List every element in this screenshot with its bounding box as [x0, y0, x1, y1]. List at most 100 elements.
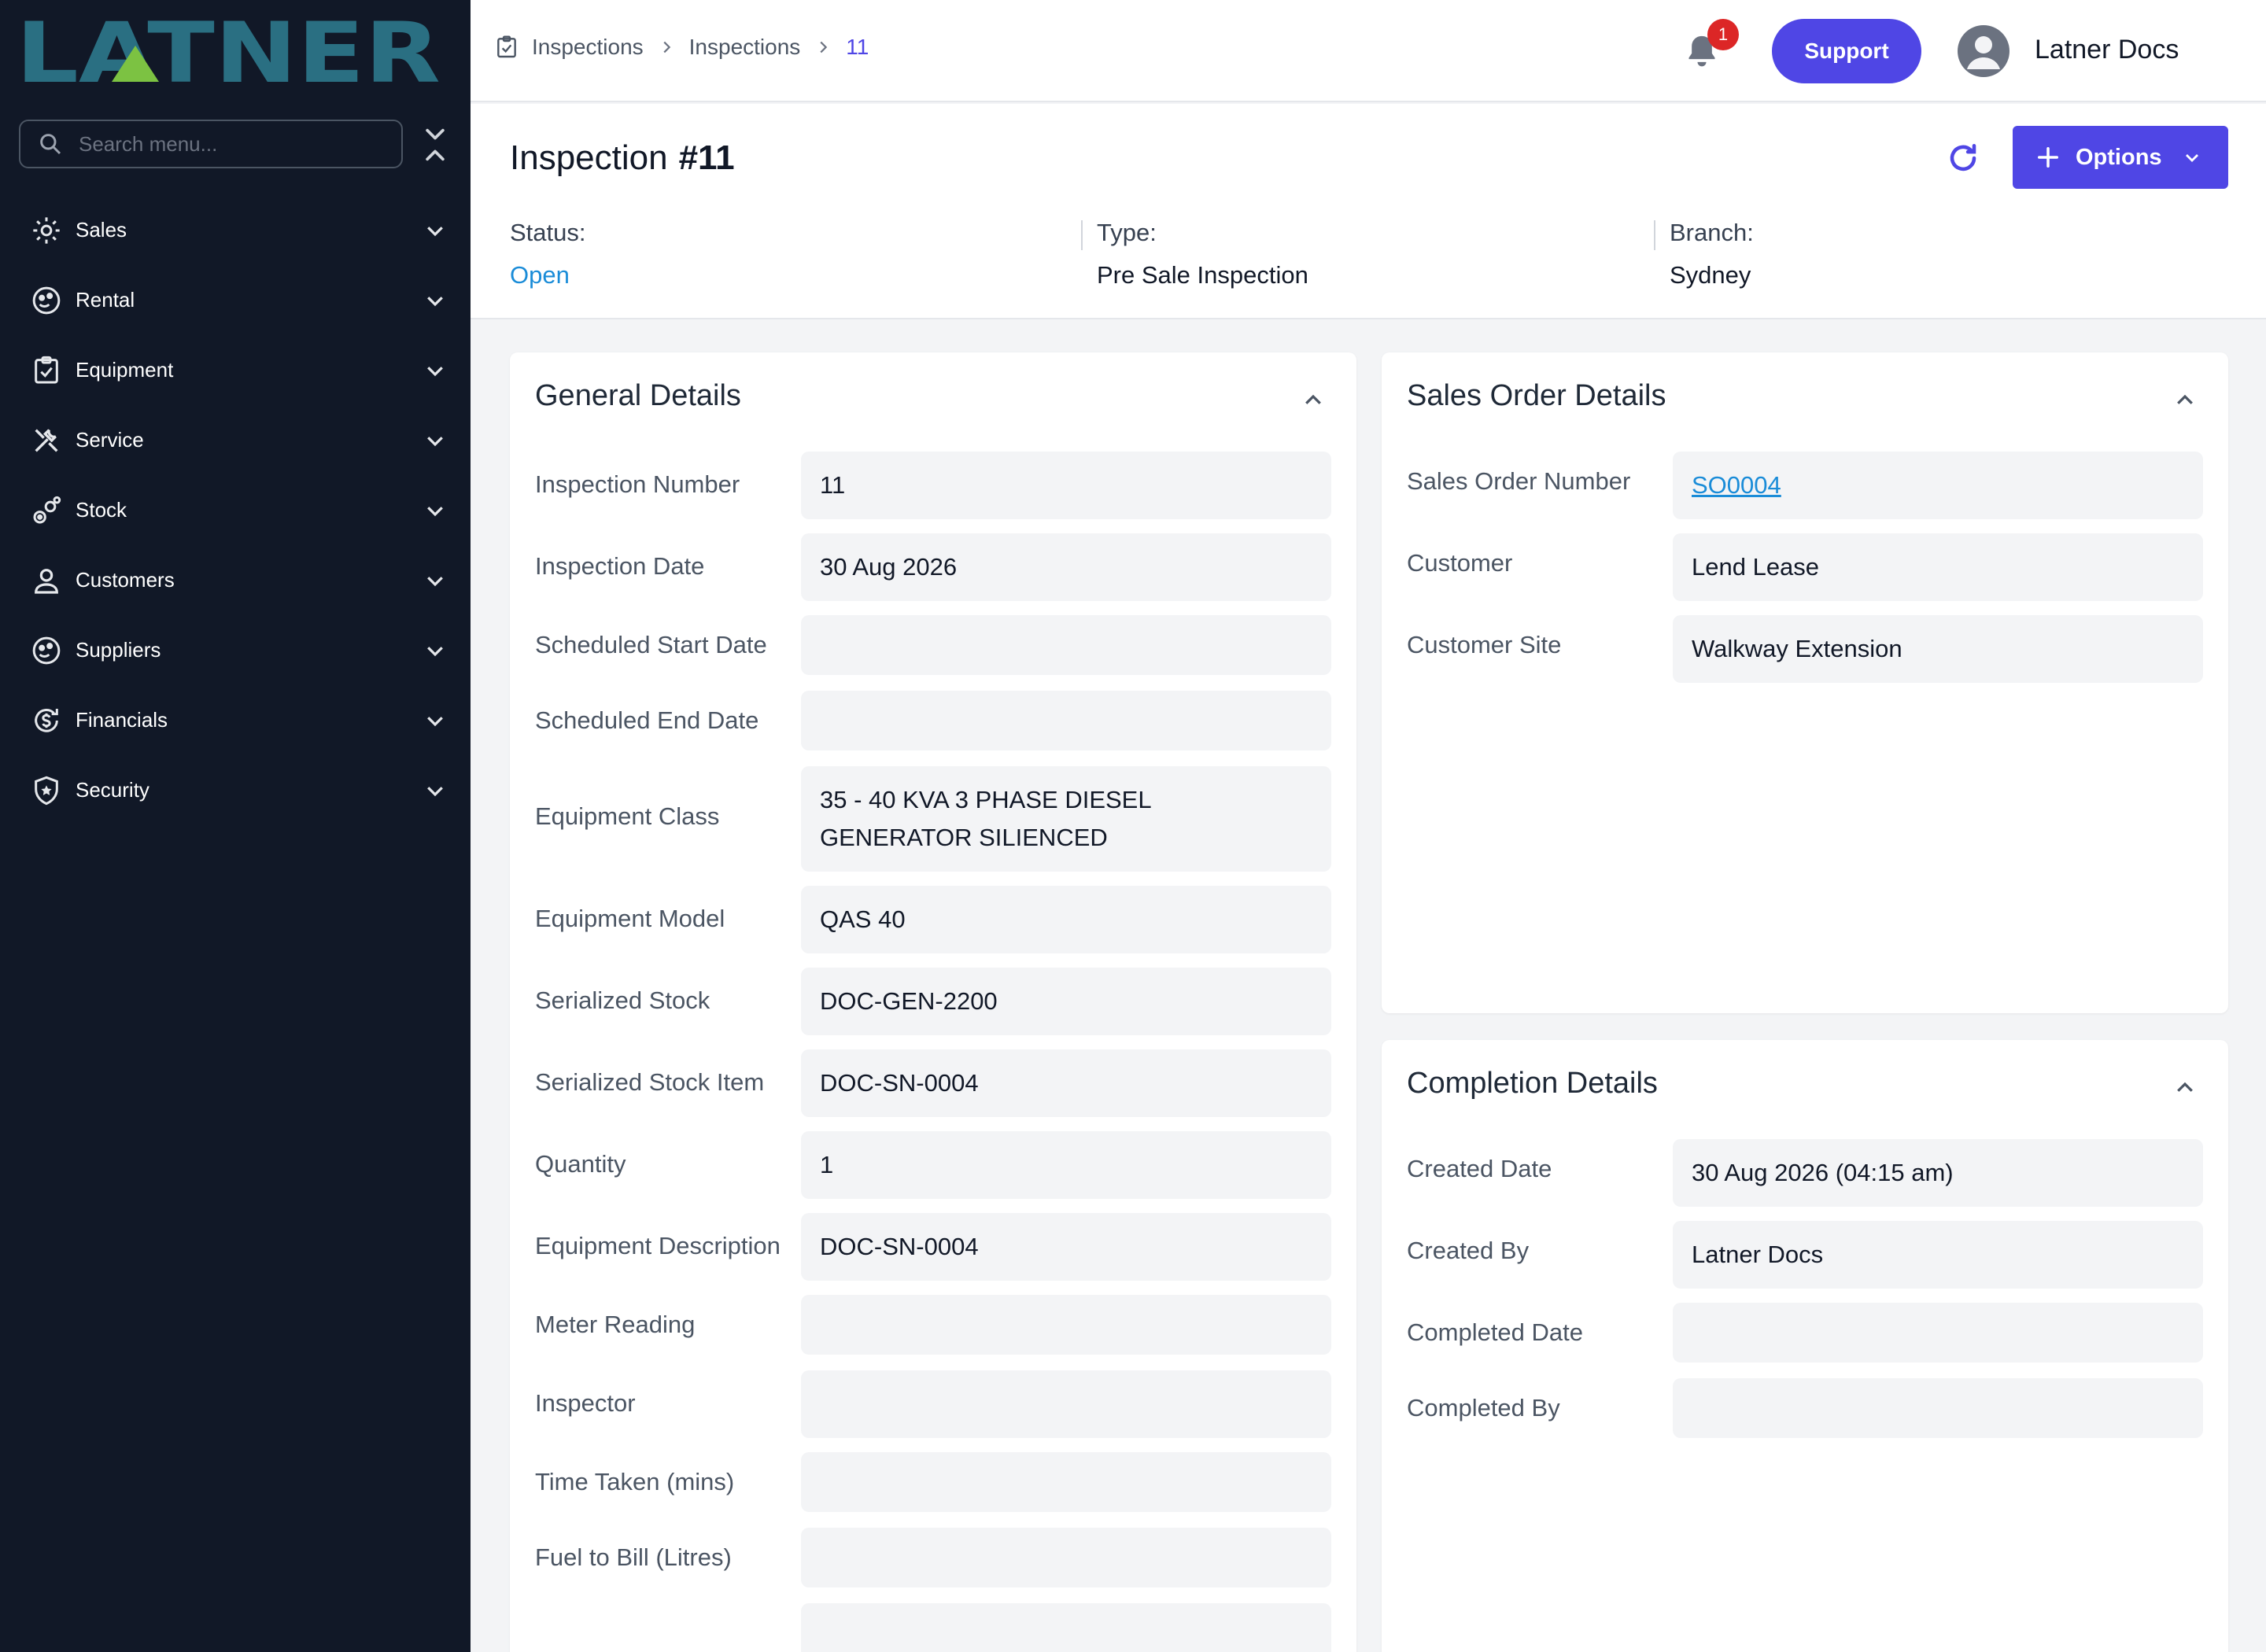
divider	[1654, 220, 1655, 250]
sidebar-item-label: Sales	[76, 218, 127, 242]
field-label: Meter Reading	[535, 1311, 696, 1338]
card-title: Sales Order Details	[1407, 379, 1666, 412]
suppliers-icon	[30, 634, 63, 667]
breadcrumb-inspections-root[interactable]: Inspections	[532, 35, 644, 60]
status-label: Status:	[510, 219, 586, 246]
field-label: Created Date	[1407, 1155, 1552, 1182]
avatar[interactable]	[1958, 25, 2010, 77]
serialized-stock-field: DOC-GEN-2200	[801, 968, 1331, 1035]
chevron-up-icon[interactable]	[1301, 389, 1325, 412]
completed-date-field	[1673, 1303, 2203, 1363]
field-label: Completed By	[1407, 1394, 1560, 1422]
chevron-down-icon	[427, 717, 443, 727]
menu-search[interactable]	[19, 120, 403, 168]
sidebar-item-suppliers[interactable]: Suppliers	[0, 615, 471, 685]
chevron-down-icon	[427, 227, 443, 237]
field-label: Equipment Model	[535, 905, 725, 932]
field-label: Equipment Class	[535, 802, 720, 830]
completion-details-card: Completion Details Created Date 30 Aug 2…	[1382, 1040, 2228, 1652]
sidebar-item-stock[interactable]: Stock	[0, 475, 471, 545]
sidebar-item-label: Suppliers	[76, 638, 161, 662]
branch-block: Branch: Sydney	[1670, 219, 1754, 289]
field-label: Time Taken (mins)	[535, 1468, 735, 1495]
sidebar-item-service[interactable]: Service	[0, 405, 471, 475]
chevron-down-icon	[2185, 154, 2198, 162]
collapse-all-icon[interactable]	[422, 126, 448, 164]
support-button[interactable]: Support	[1772, 19, 1921, 83]
field-label: Fuel to Bill (Litres)	[535, 1543, 732, 1571]
chevron-down-icon	[427, 647, 443, 657]
field-label: Serialized Stock Item	[535, 1068, 765, 1096]
chevron-down-icon	[427, 437, 443, 447]
top-bar: Inspections Inspections 11 1 Support Lat…	[471, 0, 2266, 102]
sidebar-item-financials[interactable]: Financials	[0, 685, 471, 755]
general-details-card: General Details Inspection Number 11 Ins…	[510, 352, 1356, 1652]
title-text: Inspection	[510, 138, 668, 177]
options-label: Options	[2076, 144, 2162, 170]
scheduled-end-date-field	[801, 691, 1331, 750]
sidebar-item-label: Security	[76, 778, 149, 802]
stock-icon	[30, 494, 63, 527]
sidebar-item-rental[interactable]: Rental	[0, 265, 471, 335]
menu-search-input[interactable]	[79, 131, 393, 157]
equipment-class-field: 35 - 40 KVA 3 PHASE DIESEL GENERATOR SIL…	[801, 766, 1331, 872]
chevron-down-icon	[427, 787, 443, 797]
sidebar-item-label: Customers	[76, 568, 175, 592]
chevron-down-icon	[427, 367, 443, 377]
field-label: Sales Order Number	[1407, 467, 1631, 495]
options-button[interactable]: Options	[2013, 126, 2228, 189]
serialized-stock-item-field: DOC-SN-0004	[801, 1049, 1331, 1117]
sidebar-nav: Sales Rental Equipment Service Stock Cus…	[0, 195, 471, 825]
sales-order-link[interactable]: SO0004	[1692, 466, 1781, 504]
refresh-icon[interactable]	[1947, 142, 1980, 175]
latner-logo: LATNER	[16, 16, 441, 88]
quantity-field: 1	[801, 1131, 1331, 1199]
customer-site-field: Walkway Extension	[1673, 615, 2203, 683]
chevron-down-icon	[427, 577, 443, 587]
sidebar-item-sales[interactable]: Sales	[0, 195, 471, 265]
financials-icon	[30, 704, 63, 737]
branch-label: Branch:	[1670, 219, 1754, 246]
user-name[interactable]: Latner Docs	[2035, 35, 2179, 65]
chevron-down-icon	[427, 507, 443, 517]
chevron-down-icon	[427, 297, 443, 307]
sales-order-details-card: Sales Order Details Sales Order Number S…	[1382, 352, 2228, 1013]
equipment-description-field: DOC-SN-0004	[801, 1213, 1331, 1281]
extra-field	[801, 1603, 1331, 1652]
sidebar-item-equipment[interactable]: Equipment	[0, 335, 471, 405]
inspection-number-field: 11	[801, 452, 1331, 519]
branch-value: Sydney	[1670, 261, 1751, 289]
customer-field: Lend Lease	[1673, 533, 2203, 601]
divider	[1081, 220, 1083, 250]
field-label: Scheduled End Date	[535, 706, 759, 734]
field-label: Completed Date	[1407, 1318, 1584, 1346]
field-label: Scheduled Start Date	[535, 631, 767, 658]
sidebar-item-customers[interactable]: Customers	[0, 545, 471, 615]
type-value: Pre Sale Inspection	[1097, 261, 1308, 289]
card-title: Completion Details	[1407, 1067, 1658, 1100]
notification-badge: 1	[1707, 19, 1739, 50]
field-label: Serialized Stock	[535, 986, 710, 1014]
meter-reading-field	[801, 1295, 1331, 1355]
status-block: Status: Open	[510, 219, 586, 289]
sales-order-number-field: SO0004	[1673, 452, 2203, 519]
rental-icon	[30, 284, 63, 317]
service-icon	[30, 424, 63, 457]
field-label: Customer Site	[1407, 631, 1562, 658]
scheduled-start-date-field	[801, 615, 1331, 675]
chevron-up-icon[interactable]	[2173, 389, 2197, 412]
field-label: Inspection Date	[535, 552, 705, 580]
chevron-up-icon[interactable]	[2173, 1076, 2197, 1100]
field-label: Created By	[1407, 1237, 1530, 1264]
time-taken-field	[801, 1452, 1331, 1512]
search-icon	[40, 134, 61, 155]
sidebar-item-label: Financials	[76, 708, 168, 732]
sidebar-item-label: Service	[76, 428, 144, 452]
sidebar-item-security[interactable]: Security	[0, 755, 471, 825]
breadcrumb-inspections[interactable]: Inspections	[689, 35, 801, 60]
customers-icon	[30, 564, 63, 597]
completed-by-field	[1673, 1378, 2203, 1438]
sidebar-item-label: Rental	[76, 288, 135, 312]
field-label: Inspector	[535, 1389, 636, 1417]
sidebar-item-label: Equipment	[76, 358, 174, 382]
